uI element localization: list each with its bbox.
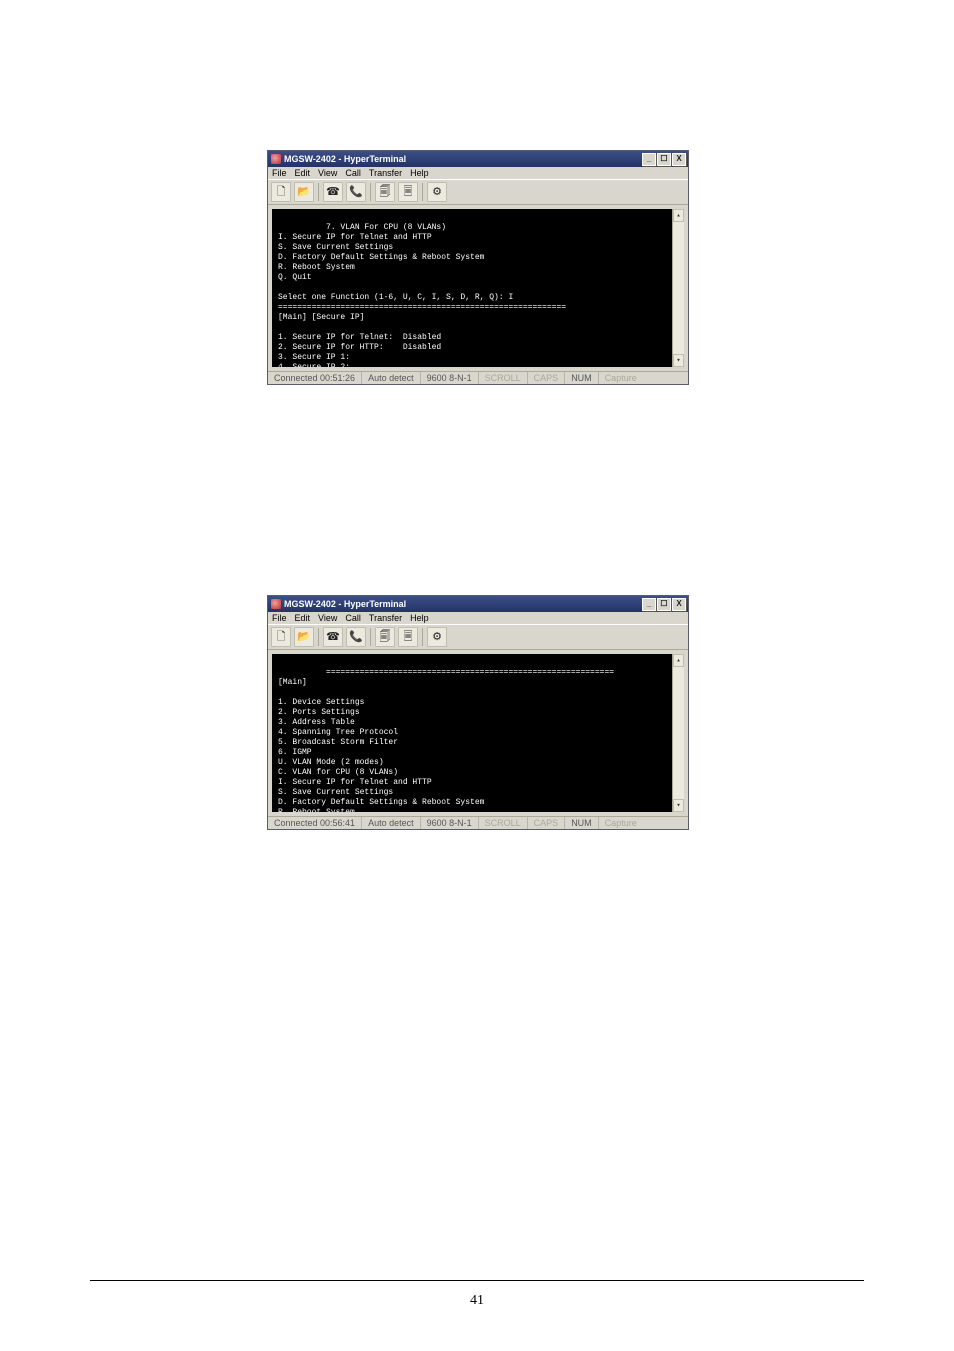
scroll-up-icon[interactable]: ▴ xyxy=(673,209,684,222)
toolbar-divider xyxy=(370,628,371,646)
status-detect: Auto detect xyxy=(362,817,421,829)
connect-icon[interactable]: ☎ xyxy=(323,627,343,647)
page-rule xyxy=(90,1280,864,1281)
send-icon[interactable]: 🗐 xyxy=(375,627,395,647)
status-scroll: SCROLL xyxy=(479,817,528,829)
open-icon[interactable]: 📂 xyxy=(294,182,314,202)
terminal-text: ========================================… xyxy=(278,668,614,812)
properties-icon[interactable]: ⚙ xyxy=(427,182,447,202)
app-icon xyxy=(271,599,281,609)
figure-2: MGSW-2402 - HyperTerminal _ ☐ X File Edi… xyxy=(267,595,687,830)
scrollbar[interactable]: ▴ ▾ xyxy=(672,654,684,812)
status-num: NUM xyxy=(565,817,599,829)
disconnect-icon[interactable]: 📞 xyxy=(346,182,366,202)
window-controls: _ ☐ X xyxy=(642,598,686,611)
close-button[interactable]: X xyxy=(672,598,686,611)
menu-call[interactable]: Call xyxy=(345,613,361,623)
window-title: MGSW-2402 - HyperTerminal xyxy=(284,599,406,609)
terminal-output: 7. VLAN For CPU (8 VLANs) I. Secure IP f… xyxy=(272,209,684,367)
open-icon[interactable]: 📂 xyxy=(294,627,314,647)
window-title: MGSW-2402 - HyperTerminal xyxy=(284,154,406,164)
menu-file[interactable]: File xyxy=(272,613,287,623)
menu-view[interactable]: View xyxy=(318,168,337,178)
receive-icon[interactable]: 🗏 xyxy=(398,627,418,647)
statusbar: Connected 00:56:41 Auto detect 9600 8-N-… xyxy=(268,816,688,829)
hyperterminal-window-1: MGSW-2402 - HyperTerminal _ ☐ X File Edi… xyxy=(267,150,689,385)
toolbar: 🗋 📂 ☎ 📞 🗐 🗏 ⚙ xyxy=(268,179,688,205)
status-connected: Connected 00:51:26 xyxy=(268,372,362,384)
new-icon[interactable]: 🗋 xyxy=(271,182,291,202)
receive-icon[interactable]: 🗏 xyxy=(398,182,418,202)
menu-help[interactable]: Help xyxy=(410,613,429,623)
minimize-button[interactable]: _ xyxy=(642,153,656,166)
properties-icon[interactable]: ⚙ xyxy=(427,627,447,647)
titlebar: MGSW-2402 - HyperTerminal _ ☐ X xyxy=(268,596,688,612)
status-num: NUM xyxy=(565,372,599,384)
menu-file[interactable]: File xyxy=(272,168,287,178)
menu-call[interactable]: Call xyxy=(345,168,361,178)
menu-help[interactable]: Help xyxy=(410,168,429,178)
hyperterminal-window-2: MGSW-2402 - HyperTerminal _ ☐ X File Edi… xyxy=(267,595,689,830)
window-controls: _ ☐ X xyxy=(642,153,686,166)
toolbar-divider xyxy=(370,183,371,201)
scroll-track[interactable] xyxy=(673,667,684,799)
scroll-down-icon[interactable]: ▾ xyxy=(673,799,684,812)
menu-transfer[interactable]: Transfer xyxy=(369,613,402,623)
minimize-button[interactable]: _ xyxy=(642,598,656,611)
titlebar: MGSW-2402 - HyperTerminal _ ☐ X xyxy=(268,151,688,167)
maximize-button[interactable]: ☐ xyxy=(657,153,671,166)
figure-1: MGSW-2402 - HyperTerminal _ ☐ X File Edi… xyxy=(267,150,687,385)
terminal-output: ========================================… xyxy=(272,654,684,812)
maximize-button[interactable]: ☐ xyxy=(657,598,671,611)
status-scroll: SCROLL xyxy=(479,372,528,384)
toolbar-divider xyxy=(318,628,319,646)
menu-edit[interactable]: Edit xyxy=(295,613,311,623)
status-baud: 9600 8-N-1 xyxy=(421,372,479,384)
menubar: File Edit View Call Transfer Help xyxy=(268,612,688,624)
toolbar: 🗋 📂 ☎ 📞 🗐 🗏 ⚙ xyxy=(268,624,688,650)
new-icon[interactable]: 🗋 xyxy=(271,627,291,647)
toolbar-divider xyxy=(422,183,423,201)
statusbar: Connected 00:51:26 Auto detect 9600 8-N-… xyxy=(268,371,688,384)
scroll-down-icon[interactable]: ▾ xyxy=(673,354,684,367)
send-icon[interactable]: 🗐 xyxy=(375,182,395,202)
close-button[interactable]: X xyxy=(672,153,686,166)
scrollbar[interactable]: ▴ ▾ xyxy=(672,209,684,367)
status-capture: Capture xyxy=(599,817,643,829)
connect-icon[interactable]: ☎ xyxy=(323,182,343,202)
status-caps: CAPS xyxy=(528,372,566,384)
app-icon xyxy=(271,154,281,164)
disconnect-icon[interactable]: 📞 xyxy=(346,627,366,647)
menu-edit[interactable]: Edit xyxy=(295,168,311,178)
menubar: File Edit View Call Transfer Help xyxy=(268,167,688,179)
status-capture: Capture xyxy=(599,372,643,384)
status-baud: 9600 8-N-1 xyxy=(421,817,479,829)
scroll-track[interactable] xyxy=(673,222,684,354)
menu-transfer[interactable]: Transfer xyxy=(369,168,402,178)
toolbar-divider xyxy=(318,183,319,201)
status-detect: Auto detect xyxy=(362,372,421,384)
toolbar-divider xyxy=(422,628,423,646)
status-caps: CAPS xyxy=(528,817,566,829)
terminal-text: 7. VLAN For CPU (8 VLANs) I. Secure IP f… xyxy=(278,223,614,367)
scroll-up-icon[interactable]: ▴ xyxy=(673,654,684,667)
page-number: 41 xyxy=(0,1293,954,1309)
status-connected: Connected 00:56:41 xyxy=(268,817,362,829)
menu-view[interactable]: View xyxy=(318,613,337,623)
